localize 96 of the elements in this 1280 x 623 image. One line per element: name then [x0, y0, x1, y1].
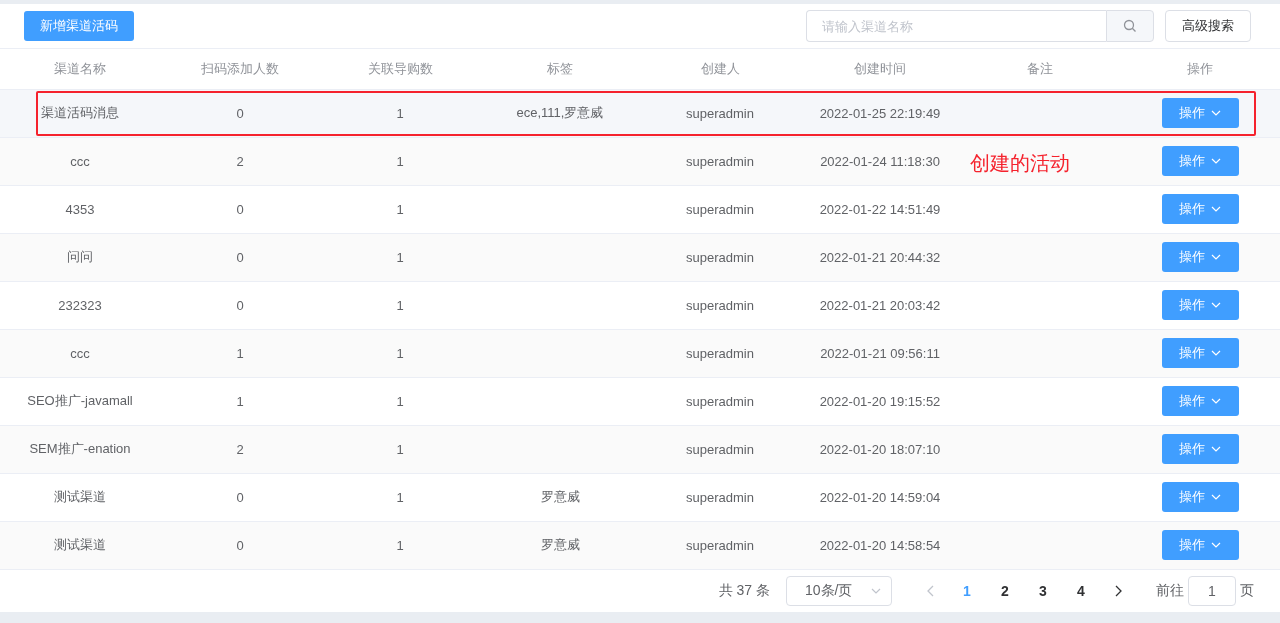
- column-header: 扫码添加人数: [200, 59, 280, 78]
- column-header: 创建人: [699, 59, 741, 78]
- table-cell: 2022-01-24 11:18:30: [820, 153, 940, 169]
- caret-icon: [1211, 350, 1221, 357]
- caret-icon: [1211, 398, 1221, 405]
- table-cell: SEO推广-javamall: [27, 392, 133, 411]
- page-size-select[interactable]: 10条/页: [786, 575, 892, 606]
- table-cell: 2022-01-21 20:03:42: [819, 297, 941, 313]
- table-cell: superadmin: [686, 393, 754, 409]
- table-cell: SEM推广-enation: [29, 440, 131, 459]
- caret-icon: [1211, 206, 1221, 213]
- action-dropdown-button[interactable]: 操作: [1161, 386, 1239, 417]
- caret-icon: [1211, 446, 1221, 453]
- table-cell: ccc: [70, 153, 90, 169]
- action-dropdown-button[interactable]: 操作: [1161, 338, 1239, 369]
- table-cell: 1: [396, 441, 404, 457]
- table-cell: superadmin: [686, 537, 754, 553]
- table-cell: superadmin: [686, 489, 754, 505]
- goto-label: 前往: [1156, 581, 1184, 600]
- table-cell: 1: [396, 537, 404, 553]
- table-cell: superadmin: [686, 105, 754, 121]
- annotation-text: 创建的活动: [970, 150, 1070, 176]
- table-cell: 1: [396, 201, 404, 217]
- table-cell: 0: [236, 537, 244, 553]
- caret-icon: [1211, 302, 1221, 309]
- page-suffix: 页: [1240, 581, 1254, 600]
- table-cell: 1: [396, 297, 404, 313]
- table-cell: 1: [396, 105, 404, 121]
- table-cell: superadmin: [686, 345, 754, 361]
- action-dropdown-button[interactable]: 操作: [1161, 434, 1239, 465]
- table-cell: 罗意威: [540, 488, 580, 507]
- table-cell: 2022-01-20 14:59:04: [819, 489, 941, 505]
- total-count: 共 37 条: [718, 581, 770, 600]
- table-cell: superadmin: [686, 153, 754, 169]
- action-dropdown-button[interactable]: 操作: [1161, 146, 1239, 177]
- table-cell: 2022-01-20 18:07:10: [819, 441, 941, 457]
- table-cell: 测试渠道: [54, 488, 106, 507]
- table-cell: 1: [236, 393, 244, 409]
- goto-page-field[interactable]: 1: [1188, 575, 1236, 606]
- table-cell: 2022-01-21 20:44:32: [819, 249, 941, 265]
- caret-icon: [1211, 542, 1221, 549]
- table-cell: 罗意威: [540, 536, 580, 555]
- table-cell: 2022-01-21 09:56:11: [820, 345, 940, 361]
- table-cell: 渠道活码消息: [41, 104, 119, 123]
- table-cell: 0: [236, 249, 244, 265]
- table-cell: 232323: [58, 297, 102, 313]
- table-cell: superadmin: [686, 297, 754, 313]
- page-button[interactable]: 1: [948, 581, 986, 600]
- column-header: 创建时间: [853, 59, 907, 78]
- action-dropdown-button[interactable]: 操作: [1161, 482, 1239, 513]
- table-cell: 0: [236, 297, 244, 313]
- table-cell: 2022-01-22 14:51:49: [819, 201, 941, 217]
- table-cell: superadmin: [686, 249, 754, 265]
- column-header: 关联导购数: [366, 59, 434, 78]
- table-cell: 0: [236, 105, 244, 121]
- table-cell: 0: [236, 489, 244, 505]
- add-channel-button[interactable]: 新增渠道活码: [24, 11, 134, 42]
- table-cell: 1: [396, 489, 404, 505]
- table-cell: ccc: [70, 345, 90, 361]
- table-cell: 2: [236, 153, 244, 169]
- table-cell: ece,111,罗意威: [516, 104, 604, 123]
- table-cell: 2: [236, 441, 244, 457]
- table-cell: 1: [396, 153, 404, 169]
- table-cell: 测试渠道: [54, 536, 106, 555]
- page-button[interactable]: 3: [1024, 581, 1062, 600]
- column-header: 操作: [1186, 59, 1214, 78]
- column-header: 渠道名称: [53, 59, 107, 78]
- caret-icon: [1211, 254, 1221, 261]
- table-cell: superadmin: [686, 201, 754, 217]
- table-cell: 1: [236, 345, 244, 361]
- table-cell: 1: [396, 345, 404, 361]
- action-dropdown-button[interactable]: 操作: [1161, 530, 1239, 561]
- column-header: 标签: [546, 59, 574, 78]
- action-dropdown-button[interactable]: 操作: [1161, 290, 1239, 321]
- page-button[interactable]: 4: [1062, 581, 1100, 600]
- search-icon[interactable]: [1106, 10, 1154, 43]
- action-dropdown-button[interactable]: 操作: [1161, 98, 1239, 129]
- search-field[interactable]: 请输入渠道名称: [806, 10, 1106, 43]
- caret-icon: [871, 587, 881, 594]
- column-header: 备注: [1026, 59, 1054, 78]
- table-cell: superadmin: [686, 441, 754, 457]
- table-cell: 4353: [65, 201, 95, 217]
- table-cell: 2022-01-20 19:15:52: [819, 393, 941, 409]
- page-button[interactable]: 2: [986, 581, 1024, 600]
- caret-icon: [1211, 494, 1221, 501]
- action-dropdown-button[interactable]: 操作: [1161, 242, 1239, 273]
- advanced-search-button[interactable]: 高级搜索: [1165, 10, 1251, 43]
- table-cell: 1: [396, 393, 404, 409]
- table-cell: 2022-01-25 22:19:49: [819, 105, 941, 121]
- action-dropdown-button[interactable]: 操作: [1161, 194, 1239, 225]
- table-cell: 0: [236, 201, 244, 217]
- table-cell: 问问: [67, 248, 93, 267]
- table-cell: 2022-01-20 14:58:54: [819, 537, 941, 553]
- caret-icon: [1211, 158, 1221, 165]
- table-cell: 1: [396, 249, 404, 265]
- caret-icon: [1211, 110, 1221, 117]
